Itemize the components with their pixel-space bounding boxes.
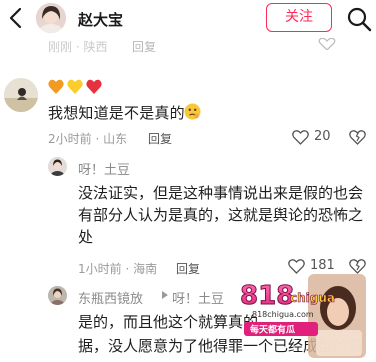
svg-text:818: 818 [240, 281, 294, 311]
reply-text-line: 是的，而且他这个就算真的 [78, 313, 259, 331]
reply-reply-button[interactable]: 回复 [176, 260, 200, 277]
prev-comment-meta: 刚刚 · 陕西 [48, 40, 108, 54]
author-avatar[interactable] [36, 3, 66, 33]
reply-to-arrow-icon [162, 291, 168, 299]
comment-like-count: 20 [314, 129, 331, 144]
reply-like-count: 181 [310, 258, 335, 273]
comment-text: 我想知道是不是真的 [48, 104, 185, 122]
orange-heart-icon [48, 79, 64, 94]
reply-text: 是的，而且他这个就算真的 据，没人愿意为了他得罪一个已经成型的演 [78, 310, 370, 358]
reply-target-name[interactable]: 呀！土豆 [172, 288, 224, 307]
replier-avatar[interactable] [48, 286, 67, 305]
heart-icon[interactable] [292, 130, 309, 145]
replier-name[interactable]: 东瓶西镜放 [78, 288, 143, 307]
thinking-face-icon [184, 103, 201, 120]
search-icon[interactable] [346, 6, 372, 32]
reply-text: 没法证实，但是这种事情说出来是假的也会 有部分人认为是真的，这就是舆论的恐怖之 … [78, 182, 370, 248]
replier-name[interactable]: 呀！土豆 [78, 159, 130, 178]
comment-screen: 赵大宝 关注 刚刚 · 陕西 回复 我想知道是不是真的 2小时前 · 山东 回复… [0, 0, 376, 362]
yellow-heart-icon [67, 79, 83, 94]
reply-text-line: 有部分人认为是真的，这就是舆论的恐怖之 [78, 206, 364, 224]
reply-text-line: 据，没人愿意为了他得罪一个已经成型的演 [78, 337, 364, 355]
author-name[interactable]: 赵大宝 [78, 9, 123, 30]
red-heart-icon [86, 79, 102, 94]
reply-text-line: 处 [78, 228, 94, 246]
prev-comment-reply-button[interactable]: 回复 [132, 38, 156, 55]
comment-meta: 2小时前 · 山东 [48, 132, 128, 146]
dislike-icon[interactable] [349, 127, 366, 145]
watermark-brand: chigua [290, 291, 335, 305]
comment-reply-button[interactable]: 回复 [148, 130, 172, 147]
reply-text-line: 没法证实，但是这种事情说出来是假的也会 [78, 184, 364, 202]
reply-meta: 1小时前 · 海南 [78, 262, 158, 276]
heart-icon[interactable] [288, 259, 305, 274]
top-bar: 赵大宝 关注 [0, 0, 376, 38]
heart-icon[interactable] [318, 38, 336, 50]
commenter-avatar[interactable] [4, 78, 38, 112]
replier-avatar[interactable] [48, 157, 67, 176]
follow-button[interactable]: 关注 [266, 3, 332, 32]
chevron-left-icon[interactable] [6, 6, 26, 30]
emoji-badges [48, 79, 102, 95]
dislike-icon[interactable] [349, 256, 366, 274]
